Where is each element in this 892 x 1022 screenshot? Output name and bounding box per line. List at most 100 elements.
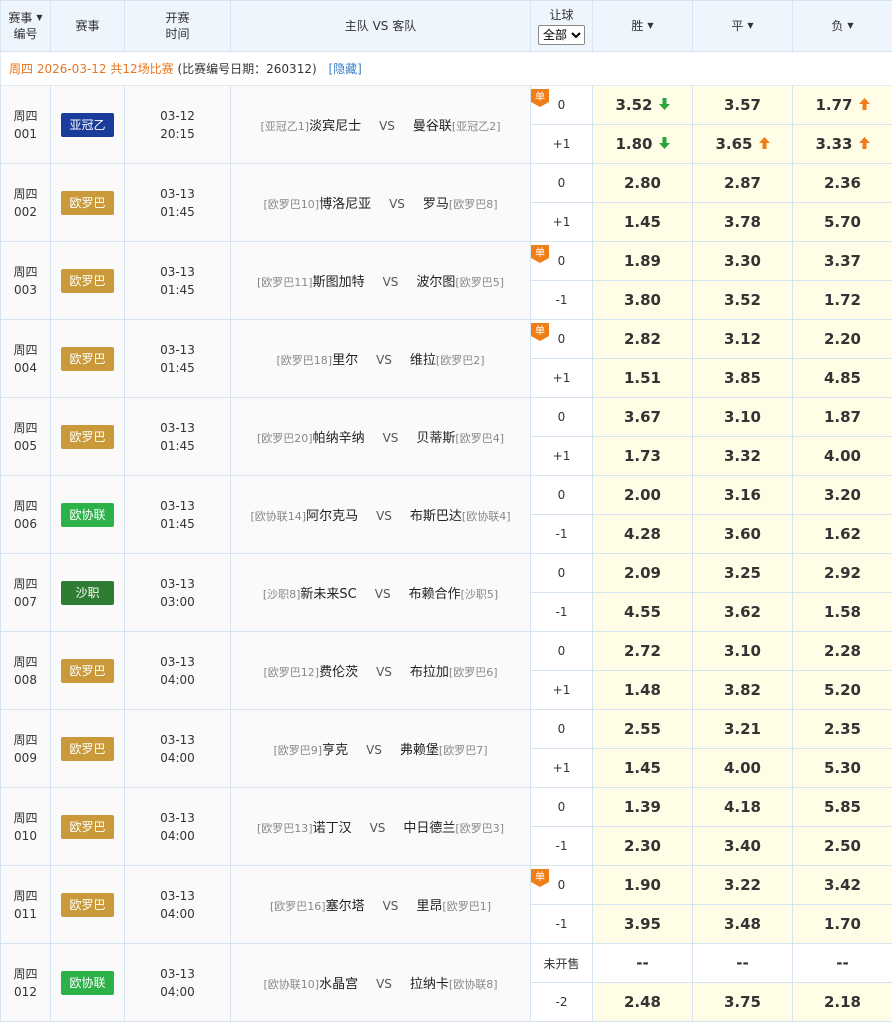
odds-handicap-win[interactable]: 2.30 — [592, 826, 693, 866]
odds-handicap-lose[interactable]: 2.50 — [792, 826, 892, 866]
header-draw[interactable]: 平 ▼ — [692, 0, 793, 52]
away-team[interactable]: 里昂 — [416, 899, 442, 914]
odds-lose[interactable]: 2.28 — [792, 631, 892, 671]
odds-handicap-win[interactable]: 3.95 — [592, 904, 693, 944]
home-team[interactable]: 费伦茨 — [319, 665, 358, 680]
away-team[interactable]: 中日德兰 — [403, 821, 455, 836]
odds-handicap-win[interactable]: 1.80 — [592, 124, 693, 164]
home-team[interactable]: 亨克 — [322, 743, 348, 758]
odds-lose[interactable]: 2.35 — [792, 709, 892, 749]
sort-caret-icon[interactable]: ▼ — [36, 10, 42, 26]
handicap-filter-select[interactable]: 全部 — [538, 25, 585, 45]
home-team[interactable]: 新未来SC — [300, 587, 356, 602]
odds-handicap-draw[interactable]: 3.75 — [692, 982, 793, 1022]
home-team[interactable]: 斯图加特 — [313, 275, 365, 290]
odds-handicap-win[interactable]: 3.80 — [592, 280, 693, 320]
odds-lose[interactable]: 5.85 — [792, 787, 892, 827]
odds-win[interactable]: 3.52 — [592, 85, 693, 125]
odds-handicap-draw[interactable]: 3.60 — [692, 514, 793, 554]
odds-handicap-draw[interactable]: 3.40 — [692, 826, 793, 866]
odds-lose[interactable]: 1.87 — [792, 397, 892, 437]
away-team[interactable]: 布拉加 — [410, 665, 449, 680]
odds-handicap-draw[interactable]: 3.78 — [692, 202, 793, 242]
odds-handicap-lose[interactable]: 1.72 — [792, 280, 892, 320]
odds-handicap-win[interactable]: 2.48 — [592, 982, 693, 1022]
home-team[interactable]: 帕纳辛纳 — [313, 431, 365, 446]
away-team[interactable]: 贝蒂斯 — [416, 431, 455, 446]
odds-draw[interactable]: 2.87 — [692, 163, 793, 203]
league-badge[interactable]: 欧罗巴 — [61, 424, 114, 449]
home-team[interactable]: 阿尔克马 — [306, 509, 358, 524]
odds-handicap-win[interactable]: 1.73 — [592, 436, 693, 476]
odds-draw[interactable]: 4.18 — [692, 787, 793, 827]
sort-caret-icon[interactable]: ▼ — [847, 18, 853, 34]
odds-draw[interactable]: 3.21 — [692, 709, 793, 749]
home-team[interactable]: 水晶宫 — [319, 977, 358, 992]
league-badge[interactable]: 欧罗巴 — [61, 658, 114, 683]
league-badge[interactable]: 欧协联 — [61, 502, 114, 527]
sort-caret-icon[interactable]: ▼ — [647, 18, 653, 34]
home-team[interactable]: 淡宾尼士 — [309, 119, 361, 134]
odds-handicap-draw[interactable]: 3.32 — [692, 436, 793, 476]
odds-handicap-win[interactable]: 1.45 — [592, 202, 693, 242]
league-badge[interactable]: 沙职 — [61, 580, 114, 605]
odds-handicap-lose[interactable]: 1.70 — [792, 904, 892, 944]
odds-win[interactable]: 2.72 — [592, 631, 693, 671]
odds-handicap-lose[interactable]: 5.20 — [792, 670, 892, 710]
league-badge[interactable]: 欧协联 — [61, 970, 114, 995]
league-badge[interactable]: 欧罗巴 — [61, 268, 114, 293]
odds-handicap-lose[interactable]: 5.30 — [792, 748, 892, 788]
hide-link[interactable]: [隐藏] — [328, 62, 361, 76]
odds-win[interactable]: 2.82 — [592, 319, 693, 359]
league-badge[interactable]: 亚冠乙 — [61, 112, 114, 137]
odds-draw[interactable]: 3.16 — [692, 475, 793, 515]
odds-win[interactable]: 2.55 — [592, 709, 693, 749]
odds-win[interactable]: 1.89 — [592, 241, 693, 281]
away-team[interactable]: 曼谷联 — [413, 119, 452, 134]
odds-handicap-draw[interactable]: 3.82 — [692, 670, 793, 710]
odds-win[interactable]: 2.80 — [592, 163, 693, 203]
odds-handicap-win[interactable]: 1.45 — [592, 748, 693, 788]
odds-handicap-draw[interactable]: 3.48 — [692, 904, 793, 944]
odds-handicap-win[interactable]: 1.51 — [592, 358, 693, 398]
odds-draw[interactable]: 3.25 — [692, 553, 793, 593]
odds-lose[interactable]: 2.20 — [792, 319, 892, 359]
away-team[interactable]: 布斯巴达 — [410, 509, 462, 524]
odds-draw[interactable]: 3.30 — [692, 241, 793, 281]
away-team[interactable]: 弗赖堡 — [400, 743, 439, 758]
odds-handicap-draw[interactable]: 3.62 — [692, 592, 793, 632]
odds-handicap-lose[interactable]: 1.62 — [792, 514, 892, 554]
odds-draw[interactable]: 3.22 — [692, 865, 793, 905]
home-team[interactable]: 塞尔塔 — [326, 899, 365, 914]
odds-handicap-win[interactable]: 4.28 — [592, 514, 693, 554]
away-team[interactable]: 维拉 — [410, 353, 436, 368]
odds-handicap-draw[interactable]: 4.00 — [692, 748, 793, 788]
odds-handicap-draw[interactable]: 3.65 — [692, 124, 793, 164]
home-team[interactable]: 里尔 — [332, 353, 358, 368]
away-team[interactable]: 布赖合作 — [409, 587, 461, 602]
odds-lose[interactable]: 3.20 — [792, 475, 892, 515]
odds-handicap-draw[interactable]: 3.52 — [692, 280, 793, 320]
away-team[interactable]: 罗马 — [423, 197, 449, 212]
sort-caret-icon[interactable]: ▼ — [747, 18, 753, 34]
header-win[interactable]: 胜 ▼ — [592, 0, 693, 52]
odds-win[interactable]: 1.90 — [592, 865, 693, 905]
odds-handicap-draw[interactable]: 3.85 — [692, 358, 793, 398]
odds-win[interactable]: 3.67 — [592, 397, 693, 437]
league-badge[interactable]: 欧罗巴 — [61, 190, 114, 215]
odds-handicap-lose[interactable]: 1.58 — [792, 592, 892, 632]
odds-win[interactable]: 2.00 — [592, 475, 693, 515]
odds-handicap-win[interactable]: 1.48 — [592, 670, 693, 710]
header-lose[interactable]: 负 ▼ — [792, 0, 892, 52]
odds-handicap-win[interactable]: 4.55 — [592, 592, 693, 632]
odds-win[interactable]: 2.09 — [592, 553, 693, 593]
away-team[interactable]: 波尔图 — [416, 275, 455, 290]
odds-lose[interactable]: 2.92 — [792, 553, 892, 593]
league-badge[interactable]: 欧罗巴 — [61, 736, 114, 761]
odds-handicap-lose[interactable]: 3.33 — [792, 124, 892, 164]
odds-lose[interactable]: 3.42 — [792, 865, 892, 905]
league-badge[interactable]: 欧罗巴 — [61, 346, 114, 371]
odds-lose[interactable]: 3.37 — [792, 241, 892, 281]
odds-handicap-lose[interactable]: 4.00 — [792, 436, 892, 476]
odds-draw[interactable]: 3.10 — [692, 631, 793, 671]
